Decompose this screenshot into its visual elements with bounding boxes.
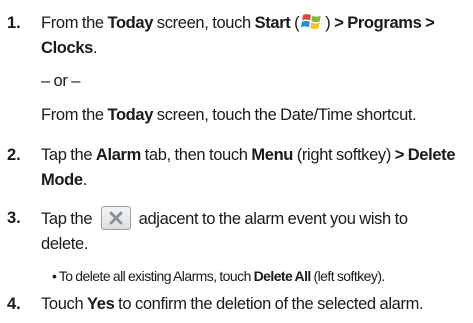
instruction-page: 1. From the Today screen, touch Start ( …: [0, 0, 473, 323]
bold-term: Today: [107, 106, 154, 124]
text: From the: [41, 14, 108, 32]
step-line: Touch Yes to confirm the deletion of the…: [41, 292, 461, 317]
bold-term: Mode: [41, 171, 83, 189]
text: tab, then touch: [140, 146, 252, 164]
text: .: [93, 39, 98, 57]
step-body: Touch Yes to confirm the deletion of the…: [41, 292, 461, 317]
step-body: Tap the adjacent to the alarm event you …: [41, 206, 461, 257]
text: ): [325, 14, 335, 32]
bold-term: Menu: [251, 146, 294, 164]
bold-term: Clocks: [41, 39, 94, 57]
text: to confirm the deletion of the selected …: [114, 295, 424, 313]
bold-term: Start: [254, 14, 291, 32]
step-line: Tap the adjacent to the alarm event you …: [41, 206, 461, 232]
bold-term: > Programs >: [334, 14, 435, 32]
step-line: Clocks.: [41, 36, 461, 61]
step-number: 2.: [7, 146, 21, 164]
step-number: 4.: [7, 295, 21, 313]
text: (right softkey): [293, 146, 395, 164]
step-body: From the Today screen, touch Start ( ) >…: [41, 11, 461, 61]
text: (left softkey).: [310, 268, 385, 284]
step-line: Mode.: [41, 168, 461, 193]
step-line: Tap the Alarm tab, then touch Menu (righ…: [41, 143, 461, 168]
bold-term: Delete All: [253, 268, 312, 284]
text: (: [290, 14, 300, 32]
text: adjacent to the alarm event you wish to: [134, 210, 408, 228]
step-line: delete.: [41, 235, 89, 253]
text: screen, touch the Date/Time shortcut.: [153, 106, 417, 124]
text: Tap the: [41, 146, 96, 164]
bold-term: Today: [107, 14, 154, 32]
text: screen, touch: [153, 14, 255, 32]
windows-start-logo-icon: [301, 12, 323, 31]
bold-term: Alarm: [95, 146, 141, 164]
bold-term: > Delete: [394, 146, 456, 164]
step-line: From the Today screen, touch Start ( ) >…: [41, 11, 461, 36]
or-separator: – or –: [41, 72, 81, 90]
bold-term: Yes: [87, 295, 115, 313]
text: Tap the: [41, 210, 96, 228]
step-number: 1.: [7, 14, 21, 32]
step-number: 3.: [7, 209, 21, 227]
text: Touch: [41, 295, 88, 313]
text: • To delete all existing Alarms, touch: [52, 268, 254, 284]
step-body: Tap the Alarm tab, then touch Menu (righ…: [41, 143, 461, 193]
step-1-alternative: From the Today screen, touch the Date/Ti…: [41, 103, 417, 128]
bullet-note: • To delete all existing Alarms, touch D…: [52, 266, 385, 286]
text: .: [82, 171, 88, 189]
delete-x-button-icon: [100, 206, 131, 230]
text: From the: [41, 106, 108, 124]
